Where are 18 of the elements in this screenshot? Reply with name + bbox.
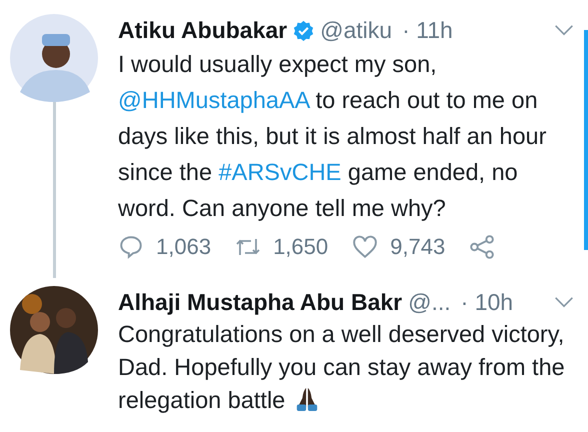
author-name[interactable]: Alhaji Mustapha Abu Bakr <box>118 288 402 316</box>
chevron-down-icon[interactable] <box>554 24 574 36</box>
reply-icon[interactable] <box>118 234 144 260</box>
tweet-text: I would usually expect my son, @HHMustaphaAA to reach out to me on days like this, but it is almost half an hour since the #ARSvCHE game ended, no word. Can anyone tell me why? <box>118 51 546 221</box>
reply-count: 1,063 <box>156 234 212 260</box>
heart-icon[interactable] <box>352 234 378 260</box>
tweet-time: · 11h <box>402 16 453 44</box>
author-handle[interactable]: @... <box>408 288 451 316</box>
chevron-down-icon[interactable] <box>554 296 574 308</box>
author-name[interactable]: Atiku Abubakar <box>118 16 288 44</box>
author-handle[interactable]: @atiku <box>320 16 392 44</box>
retweet-count: 1,650 <box>273 234 328 260</box>
tweet-text: Congratulations on a well deserved victory, Dad. Hopefully you can stay away from the relegation battle <box>118 321 565 413</box>
like-count: 9,743 <box>390 234 446 260</box>
tweet-time: · 10h <box>460 288 514 316</box>
tweet-link[interactable]: #ARSvCHE <box>218 159 342 185</box>
share-icon[interactable] <box>469 234 496 260</box>
tweet-link[interactable]: @HHMustaphaAA <box>118 87 310 113</box>
